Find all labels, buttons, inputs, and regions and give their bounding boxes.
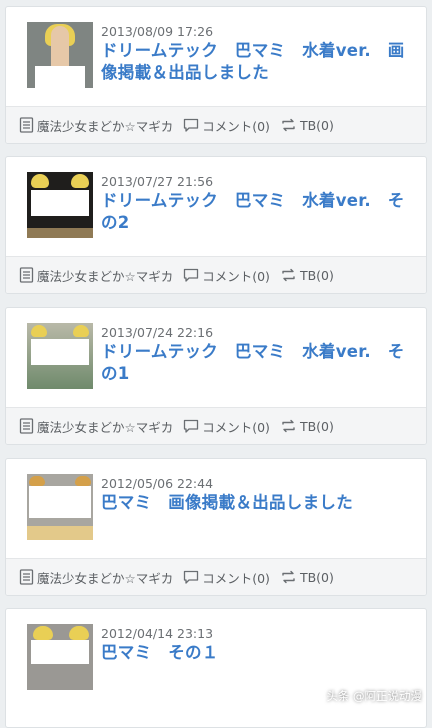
category-label: 魔法少女まどか☆マギカ <box>37 268 174 284</box>
trackbacks-label: TB(0) <box>299 117 334 133</box>
post-thumbnail[interactable] <box>27 22 93 88</box>
comment-bubble-icon <box>184 419 199 433</box>
comments-link[interactable]: コメント(0) <box>183 568 270 587</box>
trackbacks-label: TB(0) <box>299 418 334 434</box>
post-date: 2013/07/24 22:16 <box>101 325 214 340</box>
trackback-arrows-icon <box>282 118 295 132</box>
trackback-arrows-icon <box>282 419 295 433</box>
comment-bubble-icon <box>184 118 199 132</box>
post-footer: 魔法少女まどか☆マギカ コメント(0) TB(0) <box>6 407 426 444</box>
category-label: 魔法少女まどか☆マギカ <box>37 419 174 435</box>
trackback-link[interactable]: TB(0) <box>280 268 334 283</box>
post-card: 2012/05/06 22:44 巴マミ 画像掲載＆出品しました 魔法少女まどか… <box>5 458 427 596</box>
trackback-link[interactable]: TB(0) <box>280 570 334 585</box>
trackbacks-label: TB(0) <box>299 267 334 283</box>
post-card: 2013/08/09 17:26 ドリームテック 巴マミ 水着ver. 画像掲載… <box>5 6 427 144</box>
document-icon <box>19 569 34 585</box>
post-footer: 魔法少女まどか☆マギカ コメント(0) TB(0) <box>6 256 426 293</box>
comments-label: コメント(0) <box>202 118 270 134</box>
comments-link[interactable]: コメント(0) <box>183 266 270 285</box>
category-link[interactable]: 魔法少女まどか☆マギカ <box>19 116 173 135</box>
post-footer: 魔法少女まどか☆マギカ コメント(0) TB(0) <box>6 558 426 595</box>
post-card: 2013/07/27 21:56 ドリームテック 巴マミ 水着ver. その2 … <box>5 156 427 294</box>
post-date: 2012/05/06 22:44 <box>101 476 214 491</box>
post-card: 2013/07/24 22:16 ドリームテック 巴マミ 水着ver. その1 … <box>5 307 427 445</box>
category-link[interactable]: 魔法少女まどか☆マギカ <box>19 417 173 436</box>
document-icon <box>19 267 34 283</box>
post-thumbnail[interactable] <box>27 172 93 238</box>
comments-label: コメント(0) <box>202 268 270 284</box>
post-title-link[interactable]: ドリームテック 巴マミ 水着ver. その1 <box>101 341 416 385</box>
category-link[interactable]: 魔法少女まどか☆マギカ <box>19 266 173 285</box>
category-label: 魔法少女まどか☆マギカ <box>37 570 174 586</box>
trackbacks-label: TB(0) <box>299 569 334 585</box>
comment-bubble-icon <box>184 570 199 584</box>
post-thumbnail[interactable] <box>27 323 93 389</box>
post-thumbnail[interactable] <box>27 624 93 690</box>
category-link[interactable]: 魔法少女まどか☆マギカ <box>19 568 173 587</box>
document-icon <box>19 418 34 434</box>
post-date: 2012/04/14 23:13 <box>101 626 214 641</box>
document-icon <box>19 117 34 133</box>
post-date: 2013/08/09 17:26 <box>101 24 214 39</box>
comments-link[interactable]: コメント(0) <box>183 417 270 436</box>
post-title-link[interactable]: ドリームテック 巴マミ 水着ver. 画像掲載＆出品しました <box>101 40 416 84</box>
trackback-arrows-icon <box>282 570 295 584</box>
watermark-text: 头条 @阿正说动漫 <box>326 689 422 703</box>
post-thumbnail[interactable] <box>27 474 93 540</box>
comment-bubble-icon <box>184 268 199 282</box>
category-label: 魔法少女まどか☆マギカ <box>37 118 174 134</box>
trackback-link[interactable]: TB(0) <box>280 118 334 133</box>
comments-label: コメント(0) <box>202 570 270 586</box>
post-title-link[interactable]: 巴マミ その１ <box>101 642 416 664</box>
post-footer: 魔法少女まどか☆マギカ コメント(0) TB(0) <box>6 106 426 143</box>
comments-label: コメント(0) <box>202 419 270 435</box>
post-card: 2012/04/14 23:13 巴マミ その１ <box>5 608 427 728</box>
post-title-link[interactable]: 巴マミ 画像掲載＆出品しました <box>101 492 416 514</box>
trackback-link[interactable]: TB(0) <box>280 419 334 434</box>
post-title-link[interactable]: ドリームテック 巴マミ 水着ver. その2 <box>101 190 416 234</box>
post-date: 2013/07/27 21:56 <box>101 174 214 189</box>
trackback-arrows-icon <box>282 268 295 282</box>
comments-link[interactable]: コメント(0) <box>183 116 270 135</box>
